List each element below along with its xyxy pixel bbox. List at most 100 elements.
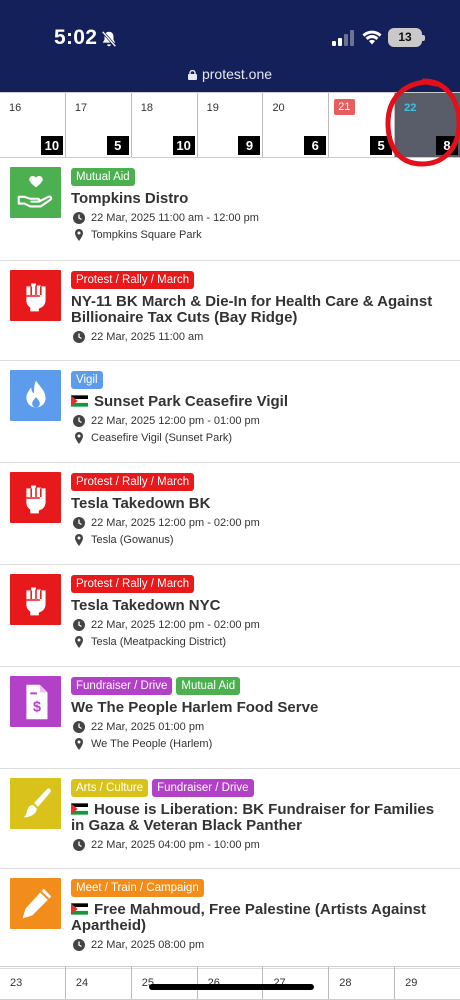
calendar-day-21[interactable]: 21 5 <box>329 93 396 157</box>
event-details: Protest / Rally / March Tesla Takedown NY… <box>71 575 450 648</box>
location-pin-icon <box>75 432 83 444</box>
category-tag[interactable]: Fundraiser / Drive <box>152 779 254 797</box>
event-title-text: Tompkins Distro <box>71 190 189 207</box>
location-text: Ceasefire Vigil (Sunset Park) <box>91 432 233 444</box>
event-title[interactable]: Sunset Park Ceasefire Vigil <box>71 394 450 410</box>
event-title[interactable]: House is Liberation: BK Fundraiser for F… <box>71 802 450 834</box>
calendar-day-28[interactable]: 28 <box>329 967 396 999</box>
calendar-day-25[interactable]: 25 <box>132 967 198 999</box>
event-details: Meet / Train / Campaign Free Mahmoud, Fre… <box>71 879 450 951</box>
hand-heart-icon <box>10 167 61 218</box>
day-number: 16 <box>9 102 22 114</box>
event-card[interactable]: Mutual Aid Tompkins Distro 22 Mar, 2025 11… <box>0 158 460 261</box>
category-tag[interactable]: Protest / Rally / March <box>71 575 195 593</box>
event-location: Tesla (Meatpacking District) <box>71 636 450 648</box>
pencil-icon <box>10 878 61 929</box>
event-card[interactable]: Vigil Sunset Park Ceasefire Vigil 22 Mar, … <box>0 361 460 463</box>
event-title-text: Free Mahmoud, Free Palestine (Artists Ag… <box>71 901 427 934</box>
wifi-icon <box>362 30 382 45</box>
event-title[interactable]: Tesla Takedown NYC <box>71 598 450 614</box>
event-datetime: 22 Mar, 2025 12:00 pm - 02:00 pm <box>71 517 450 529</box>
location-text: We The People (Harlem) <box>91 738 213 750</box>
event-title-text: Tesla Takedown NYC <box>71 597 221 614</box>
event-location: Tompkins Square Park <box>71 229 450 241</box>
address-bar[interactable]: protest.one <box>0 66 460 82</box>
calendar-day-19[interactable]: 19 9 <box>198 93 264 157</box>
palestine-flag-icon <box>71 395 88 407</box>
clock-icon <box>73 212 85 224</box>
tag-list: Fundraiser / Drive Mutual Aid <box>71 677 450 695</box>
tag-list: Arts / Culture Fundraiser / Drive <box>71 779 450 797</box>
event-count-badge: 10 <box>172 136 195 155</box>
clock-icon <box>73 517 85 529</box>
calendar-day-24[interactable]: 24 <box>66 967 132 999</box>
day-number: 28 <box>339 977 352 989</box>
event-title-text: We The People Harlem Food Serve <box>71 699 319 716</box>
cellular-signal-icon <box>332 30 354 46</box>
day-number: 19 <box>206 102 219 114</box>
calendar-day-20[interactable]: 20 6 <box>263 93 330 157</box>
event-count-badge: 6 <box>304 136 327 155</box>
location-pin-icon <box>75 738 83 750</box>
datetime-text: 22 Mar, 2025 04:00 pm - 10:00 pm <box>91 839 260 851</box>
clock-icon <box>73 839 85 851</box>
event-card[interactable]: Protest / Rally / March NY-11 BK March & … <box>0 261 460 361</box>
category-tag[interactable]: Meet / Train / Campaign <box>71 879 204 897</box>
home-indicator[interactable] <box>149 984 314 990</box>
calendar-day-27[interactable]: 27 <box>263 967 330 999</box>
category-tag[interactable]: Mutual Aid <box>71 168 135 186</box>
day-number: 20 <box>272 102 285 114</box>
datetime-text: 22 Mar, 2025 11:00 am <box>91 331 204 343</box>
category-tag[interactable]: Mutual Aid <box>176 677 241 695</box>
event-title[interactable]: Tesla Takedown BK <box>71 496 450 512</box>
event-card[interactable]: $ Fundraiser / Drive Mutual Aid We The Peop… <box>0 667 460 769</box>
calendar-day-18[interactable]: 18 10 <box>132 93 198 157</box>
datetime-text: 22 Mar, 2025 08:00 pm <box>91 939 205 951</box>
day-number: 23 <box>10 977 23 989</box>
lock-icon <box>187 70 197 80</box>
event-card[interactable]: Meet / Train / Campaign Free Mahmoud, Fre… <box>0 869 460 969</box>
event-details: Arts / Culture Fundraiser / Drive House is… <box>71 779 450 851</box>
event-count-badge: 5 <box>106 136 129 155</box>
event-datetime: 22 Mar, 2025 08:00 pm <box>71 939 450 951</box>
event-card[interactable]: Protest / Rally / March Tesla Takedown NY… <box>0 565 460 667</box>
event-datetime: 22 Mar, 2025 11:00 am - 12:00 pm <box>71 212 450 224</box>
raised-fist-icon <box>10 270 61 321</box>
calendar-day-17[interactable]: 17 5 <box>66 93 132 157</box>
event-card[interactable]: Arts / Culture Fundraiser / Drive House is… <box>0 769 460 869</box>
tag-list: Meet / Train / Campaign <box>71 879 450 897</box>
palestine-flag-icon <box>71 803 88 815</box>
calendar-day-26[interactable]: 26 <box>198 967 264 999</box>
calendar-day-29[interactable]: 29 <box>395 967 460 999</box>
dollar-document-icon: $ <box>10 676 61 727</box>
calendar-day-22[interactable]: 22 8 <box>395 93 460 157</box>
category-tag[interactable]: Vigil <box>71 371 103 389</box>
event-title-text: House is Liberation: BK Fundraiser for F… <box>71 801 435 834</box>
calendar-day-16[interactable]: 16 10 <box>0 93 66 157</box>
event-title-text: Sunset Park Ceasefire Vigil <box>94 393 288 410</box>
event-datetime: 22 Mar, 2025 12:00 pm - 02:00 pm <box>71 619 450 631</box>
event-card[interactable]: Protest / Rally / March Tesla Takedown BK… <box>0 463 460 565</box>
event-location: Ceasefire Vigil (Sunset Park) <box>71 432 450 444</box>
tag-list: Protest / Rally / March <box>71 575 450 593</box>
event-count-badge: 5 <box>370 136 393 155</box>
category-tag[interactable]: Protest / Rally / March <box>71 473 195 491</box>
category-tag[interactable]: Fundraiser / Drive <box>71 677 173 695</box>
url-text: protest.one <box>201 66 273 82</box>
event-list: Mutual Aid Tompkins Distro 22 Mar, 2025 11… <box>0 158 460 969</box>
event-title-text: NY-11 BK March & Die-In for Health Care … <box>71 293 433 326</box>
event-title[interactable]: Tompkins Distro <box>71 191 450 207</box>
event-title[interactable]: Free Mahmoud, Free Palestine (Artists Ag… <box>71 902 450 934</box>
event-title[interactable]: NY-11 BK March & Die-In for Health Care … <box>71 294 450 326</box>
category-tag[interactable]: Protest / Rally / March <box>71 271 195 289</box>
battery-indicator: 13 <box>388 28 425 47</box>
event-title[interactable]: We The People Harlem Food Serve <box>71 700 450 716</box>
category-tag[interactable]: Arts / Culture <box>71 779 149 797</box>
day-number: 17 <box>74 102 88 114</box>
event-details: Vigil Sunset Park Ceasefire Vigil 22 Mar, … <box>71 371 450 444</box>
datetime-text: 22 Mar, 2025 11:00 am - 12:00 pm <box>91 212 259 224</box>
calendar-day-23[interactable]: 23 <box>0 967 66 999</box>
palestine-flag-icon <box>71 903 88 915</box>
tag-list: Protest / Rally / March <box>71 473 450 491</box>
location-pin-icon <box>75 534 83 546</box>
